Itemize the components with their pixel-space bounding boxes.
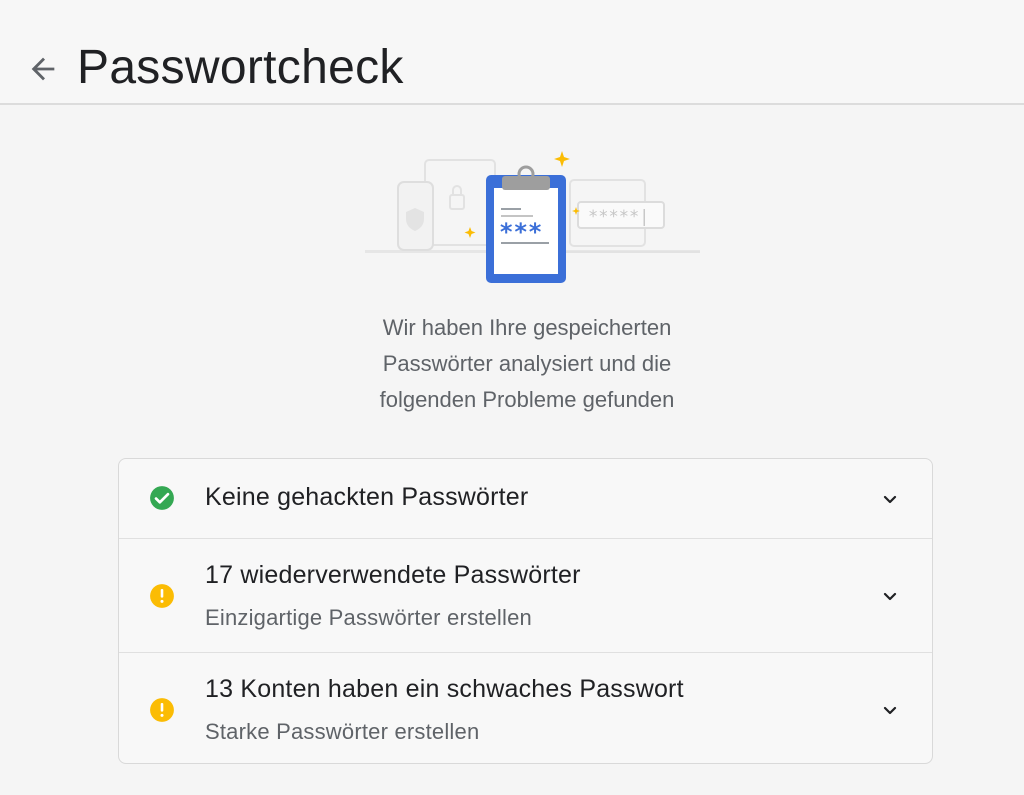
check-circle-icon [150, 486, 174, 510]
arrow-back-icon[interactable] [26, 52, 60, 86]
analysis-description: Wir haben Ihre gespeicherten Passwörter … [262, 310, 792, 418]
check-title: 17 wiederverwendete Passwörter [205, 561, 581, 589]
warning-circle-icon [150, 698, 174, 722]
check-subtitle: Starke Passwörter erstellen [205, 719, 480, 744]
chevron-down-icon[interactable] [878, 584, 902, 608]
check-row-compromised[interactable]: Keine gehackten Passwörter [119, 459, 932, 538]
check-title: 13 Konten haben ein schwaches Passwort [205, 675, 684, 703]
check-row-weak[interactable]: 13 Konten haben ein schwaches Passwort S… [119, 652, 932, 763]
chevron-down-icon[interactable] [878, 698, 902, 722]
password-check-results: Keine gehackten Passwörter 17 wiederverw… [118, 458, 933, 764]
page-title: Passwortcheck [77, 41, 404, 94]
clipboard-asterisks: *** [499, 218, 542, 246]
warning-circle-icon [150, 584, 174, 608]
description-line: Passwörter analysiert und die [382, 351, 672, 376]
description-line: Wir haben Ihre gespeicherten [382, 315, 672, 340]
check-subtitle: Einzigartige Passwörter erstellen [205, 605, 532, 630]
sparkle-icon [464, 227, 476, 238]
sparkle-icon [554, 151, 570, 167]
password-field-text: *****| [588, 207, 649, 227]
description-line: folgenden Probleme gefunden [379, 387, 675, 412]
password-check-illustration: *****| *** [365, 151, 700, 283]
header: Passwortcheck [0, 0, 1024, 105]
check-title: Keine gehackten Passwörter [205, 483, 529, 511]
laptop-left-icon [424, 159, 496, 246]
check-row-reused[interactable]: 17 wiederverwendete Passwörter Einzigart… [119, 538, 932, 652]
chevron-down-icon[interactable] [878, 487, 902, 511]
